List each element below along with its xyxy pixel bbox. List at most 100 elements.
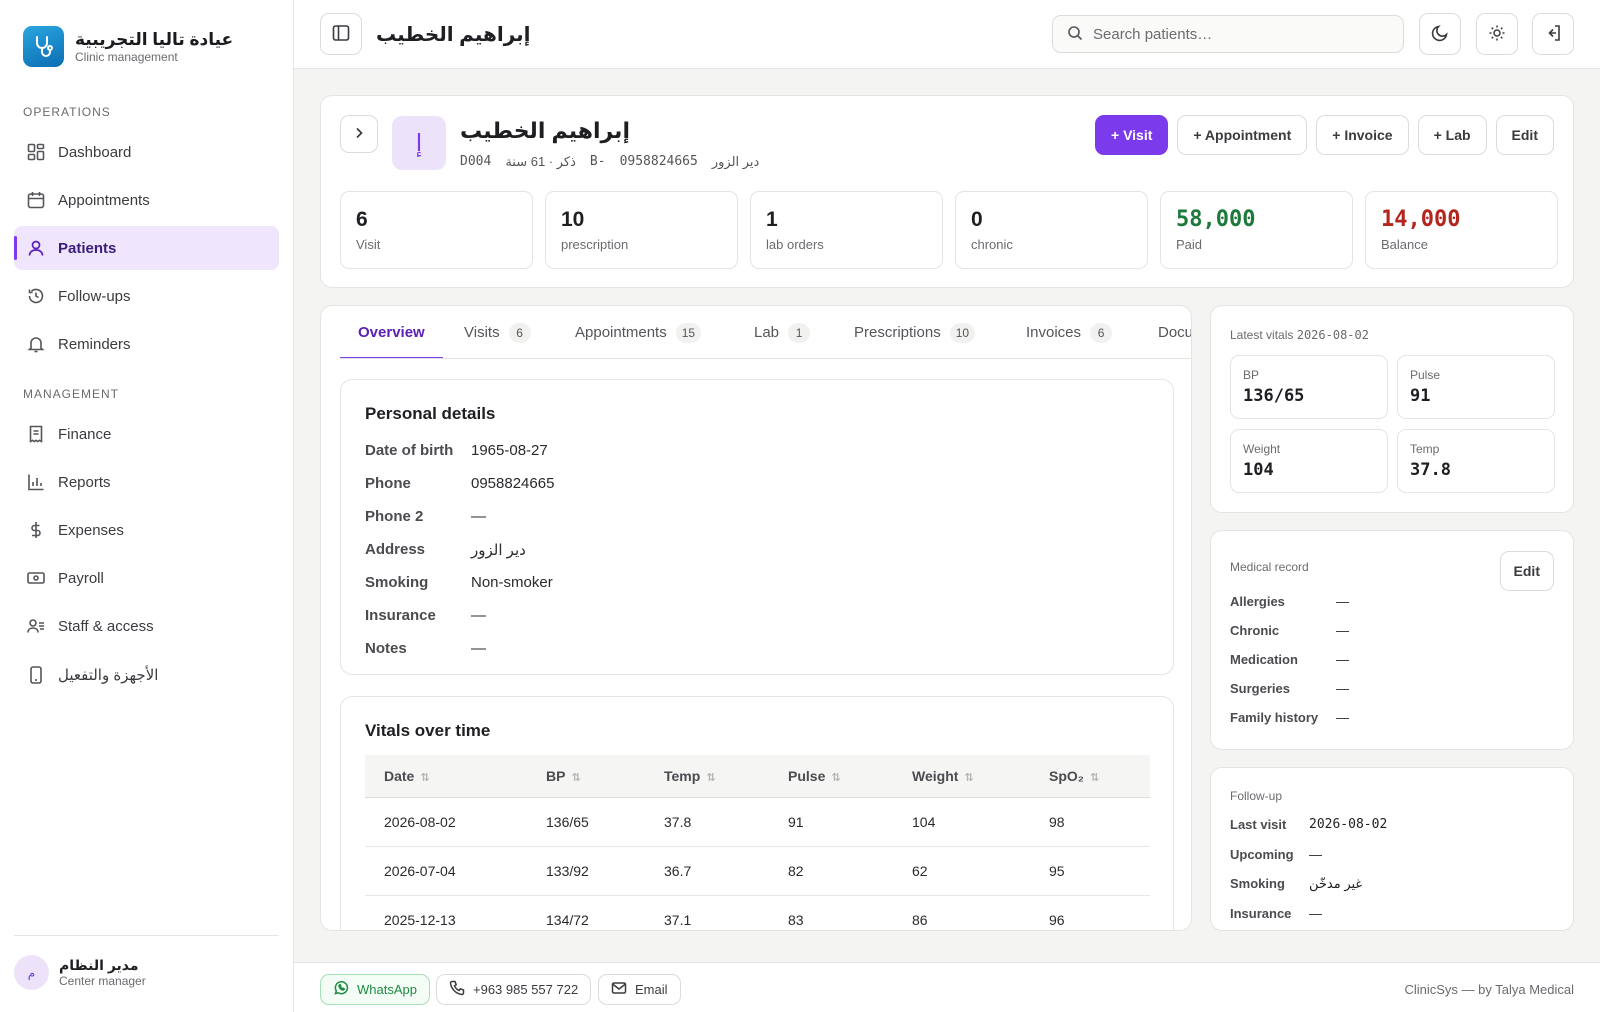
record-row-medication: Medication — [1230, 652, 1349, 667]
stat-label: Visit [356, 237, 381, 252]
logout-icon [1544, 24, 1562, 45]
page-title: إبراهيم الخطيب [376, 24, 531, 46]
search-input[interactable] [1093, 25, 1383, 43]
stat-label: chronic [971, 237, 1013, 252]
topbar: إبراهيم الخطيب [294, 0, 1600, 69]
tab-label: Appointments [575, 324, 667, 341]
cell-spo2: 95 [1030, 846, 1150, 896]
detail-row-notes: Notes — [365, 640, 486, 657]
tab-overview[interactable]: Overview [340, 306, 443, 358]
sidebar-item-devices-activation[interactable]: الأجهزة والتفعيل [14, 653, 279, 697]
brand[interactable]: عيادة تاليا التجريبية Clinic management [23, 26, 233, 67]
tab-appointments[interactable]: Appointments 15 [575, 306, 702, 358]
column-header-date[interactable]: Date ⇅ [365, 755, 527, 798]
toggle-sidebar-button[interactable] [320, 13, 362, 55]
latest-vitals-card: Latest vitals 2026-08-02 BP 136/65 Pulse… [1210, 305, 1574, 513]
stat-lab-orders: 1 lab orders [750, 191, 943, 269]
detail-value: — [471, 508, 486, 525]
patient-code: D004 [460, 154, 492, 169]
bar-chart-icon [27, 473, 45, 491]
tab-prescriptions[interactable]: Prescriptions 10 [854, 306, 976, 358]
cell-bp: 133/92 [527, 846, 645, 896]
sidebar-item-reports[interactable]: Reports [14, 460, 279, 504]
sidebar-item-expenses[interactable]: Expenses [14, 508, 279, 552]
add-visit-button[interactable]: + Visit [1095, 115, 1169, 155]
vital-weight: Weight 104 [1230, 429, 1388, 493]
record-row-surgeries: Surgeries — [1230, 681, 1349, 696]
column-header-temp[interactable]: Temp ⇅ [645, 755, 769, 798]
tab-count: 6 [1090, 322, 1113, 343]
sidebar-item-staff-access[interactable]: Staff & access [14, 604, 279, 648]
follow-up-value: — [1309, 847, 1322, 862]
stat-label: Balance [1381, 237, 1428, 252]
tab-visits[interactable]: Visits 6 [464, 306, 531, 358]
patient-demographics: ذكر · 61 سنة [505, 154, 576, 169]
light-mode-button[interactable] [1476, 13, 1518, 55]
email-button[interactable]: Email [598, 974, 681, 1005]
stat-balance: 14,000 Balance [1365, 191, 1558, 269]
search-box[interactable] [1052, 15, 1404, 53]
sort-icon: ⇅ [420, 771, 430, 784]
edit-medical-record-button[interactable]: Edit [1499, 551, 1554, 591]
cell-bp: 134/72 [527, 895, 645, 930]
tab-lab[interactable]: Lab 1 [754, 306, 811, 358]
sidebar-item-label: Patients [58, 239, 117, 257]
follow-up-card: Follow-up Last visit 2026-08-02 Upcoming —… [1210, 767, 1574, 931]
tab-bar: Overview Visits 6 Appointments 15 Lab 1 Pre… [340, 306, 1191, 359]
column-header-bp[interactable]: BP ⇅ [527, 755, 645, 798]
record-value: — [1336, 594, 1349, 609]
smartphone-icon [27, 666, 45, 684]
whatsapp-button[interactable]: WhatsApp [320, 974, 430, 1005]
brand-subtitle: Clinic management [75, 49, 178, 64]
follow-up-value: غير مدخّن [1309, 876, 1363, 891]
sidebar-item-payroll[interactable]: Payroll [14, 556, 279, 600]
phone-button[interactable]: +963 985 557 722 [436, 974, 592, 1005]
personal-details-card: Personal details Date of birth 1965-08-27… [340, 379, 1174, 675]
sidebar-item-appointments[interactable]: Appointments [14, 178, 279, 222]
detail-key: Smoking [365, 574, 429, 591]
cell-spo2: 96 [1030, 895, 1150, 930]
sidebar-item-label: Payroll [58, 569, 104, 587]
column-header-pulse[interactable]: Pulse ⇅ [769, 755, 893, 798]
record-row-family-history: Family history — [1230, 710, 1349, 725]
dark-mode-button[interactable] [1419, 13, 1461, 55]
sort-icon: ⇅ [831, 771, 841, 784]
vital-temp: Temp 37.8 [1397, 429, 1555, 493]
follow-up-key: Insurance [1230, 906, 1292, 921]
stat-label: Paid [1176, 237, 1203, 252]
column-header-weight[interactable]: Weight ⇅ [893, 755, 1030, 798]
sidebar-divider [14, 935, 279, 936]
sidebar-item-dashboard[interactable]: Dashboard [14, 130, 279, 174]
column-header-spo2[interactable]: SpO₂ ⇅ [1030, 755, 1150, 798]
sort-icon: ⇅ [706, 771, 716, 784]
chevron-right-icon [352, 126, 366, 143]
detail-value: 0958824665 [471, 475, 555, 492]
detail-key: Notes [365, 640, 407, 657]
cell-temp: 36.7 [645, 846, 769, 896]
section-label-operations: OPERATIONS [23, 105, 111, 119]
sidebar-item-finance[interactable]: Finance [14, 412, 279, 456]
sidebar-item-reminders[interactable]: Reminders [14, 322, 279, 366]
cell-date: 2026-07-04 [365, 846, 527, 896]
record-value: — [1336, 681, 1349, 696]
logout-button[interactable] [1532, 13, 1574, 55]
patient-tabs-panel: Overview Visits 6 Appointments 15 Lab 1 Pre… [320, 305, 1192, 931]
sidebar-item-follow-ups[interactable]: Follow-ups [14, 274, 279, 318]
vital-key: Weight [1243, 442, 1281, 456]
add-invoice-button[interactable]: + Invoice [1316, 115, 1409, 155]
cell-temp: 37.8 [645, 797, 769, 847]
expand-button[interactable] [340, 115, 378, 153]
tab-invoices[interactable]: Invoices 6 [1026, 306, 1113, 358]
edit-patient-button[interactable]: Edit [1495, 115, 1554, 155]
tab-documents[interactable]: Docu [1158, 306, 1191, 358]
add-lab-button[interactable]: + Lab [1417, 115, 1487, 155]
add-appointment-button[interactable]: + Appointment [1177, 115, 1308, 155]
cell-pulse: 82 [769, 846, 893, 896]
cell-pulse: 83 [769, 895, 893, 930]
user-profile[interactable]: م مدير النظام Center manager [14, 955, 146, 990]
sidebar-item-patients[interactable]: Patients [14, 226, 279, 270]
detail-row-smoking: Smoking Non-smoker [365, 574, 553, 591]
banknote-icon [27, 569, 45, 587]
tab-count: 10 [949, 322, 976, 343]
cell-date: 2025-12-13 [365, 895, 527, 930]
